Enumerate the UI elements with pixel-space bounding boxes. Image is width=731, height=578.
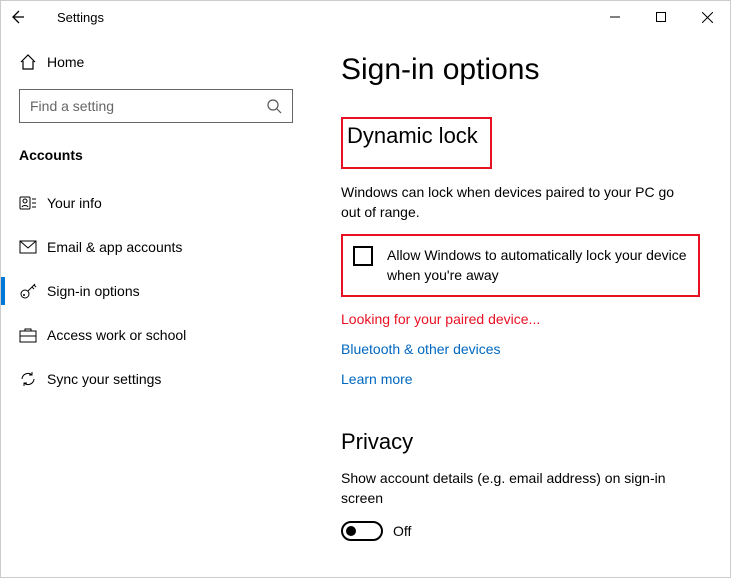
privacy-toggle[interactable] (341, 521, 383, 541)
back-button[interactable] (9, 9, 41, 25)
sidebar-item-your-info[interactable]: Your info (1, 181, 311, 225)
main-content: Sign-in options Dynamic lock Windows can… (311, 33, 730, 577)
dynamic-lock-checkbox[interactable] (353, 246, 373, 266)
learn-more-link[interactable]: Learn more (341, 371, 700, 387)
nav-label: Email & app accounts (47, 239, 182, 255)
nav-label: Access work or school (47, 327, 186, 343)
search-placeholder: Find a setting (30, 98, 266, 114)
titlebar: Settings (1, 1, 730, 33)
privacy-toggle-state: Off (393, 523, 411, 539)
search-icon (266, 98, 282, 114)
privacy-description: Show account details (e.g. email address… (341, 469, 681, 508)
bluetooth-devices-link[interactable]: Bluetooth & other devices (341, 341, 700, 357)
section-accounts: Accounts (1, 141, 311, 181)
home-button[interactable]: Home (1, 45, 311, 79)
key-icon (19, 282, 47, 300)
mail-icon (19, 240, 47, 254)
section-title-privacy: Privacy (341, 429, 413, 455)
sync-icon (19, 370, 47, 388)
nav-label: Your info (47, 195, 102, 211)
sidebar-item-access-work-school[interactable]: Access work or school (1, 313, 311, 357)
dynamic-lock-description: Windows can lock when devices paired to … (341, 183, 681, 222)
window-controls (592, 1, 730, 33)
sidebar-item-email-app-accounts[interactable]: Email & app accounts (1, 225, 311, 269)
dynamic-lock-checkbox-label: Allow Windows to automatically lock your… (387, 246, 688, 285)
highlight-box-dynamic-lock: Dynamic lock (341, 117, 492, 169)
pairing-status: Looking for your paired device... (341, 311, 700, 327)
briefcase-icon (19, 327, 47, 343)
minimize-button[interactable] (592, 1, 638, 33)
highlight-box-checkbox: Allow Windows to automatically lock your… (341, 234, 700, 297)
section-title-dynamic-lock: Dynamic lock (347, 123, 478, 149)
nav-label: Sync your settings (47, 371, 161, 387)
sidebar-item-sync-settings[interactable]: Sync your settings (1, 357, 311, 401)
home-icon (19, 53, 47, 71)
nav-label: Sign-in options (47, 283, 140, 299)
sidebar-item-sign-in-options[interactable]: Sign-in options (1, 269, 311, 313)
person-icon (19, 194, 47, 212)
maximize-button[interactable] (638, 1, 684, 33)
window-title: Settings (41, 10, 104, 25)
close-button[interactable] (684, 1, 730, 33)
search-input[interactable]: Find a setting (19, 89, 293, 123)
page-title: Sign-in options (341, 53, 700, 87)
home-label: Home (47, 54, 84, 70)
sidebar: Home Find a setting Accounts Your info E… (1, 33, 311, 577)
